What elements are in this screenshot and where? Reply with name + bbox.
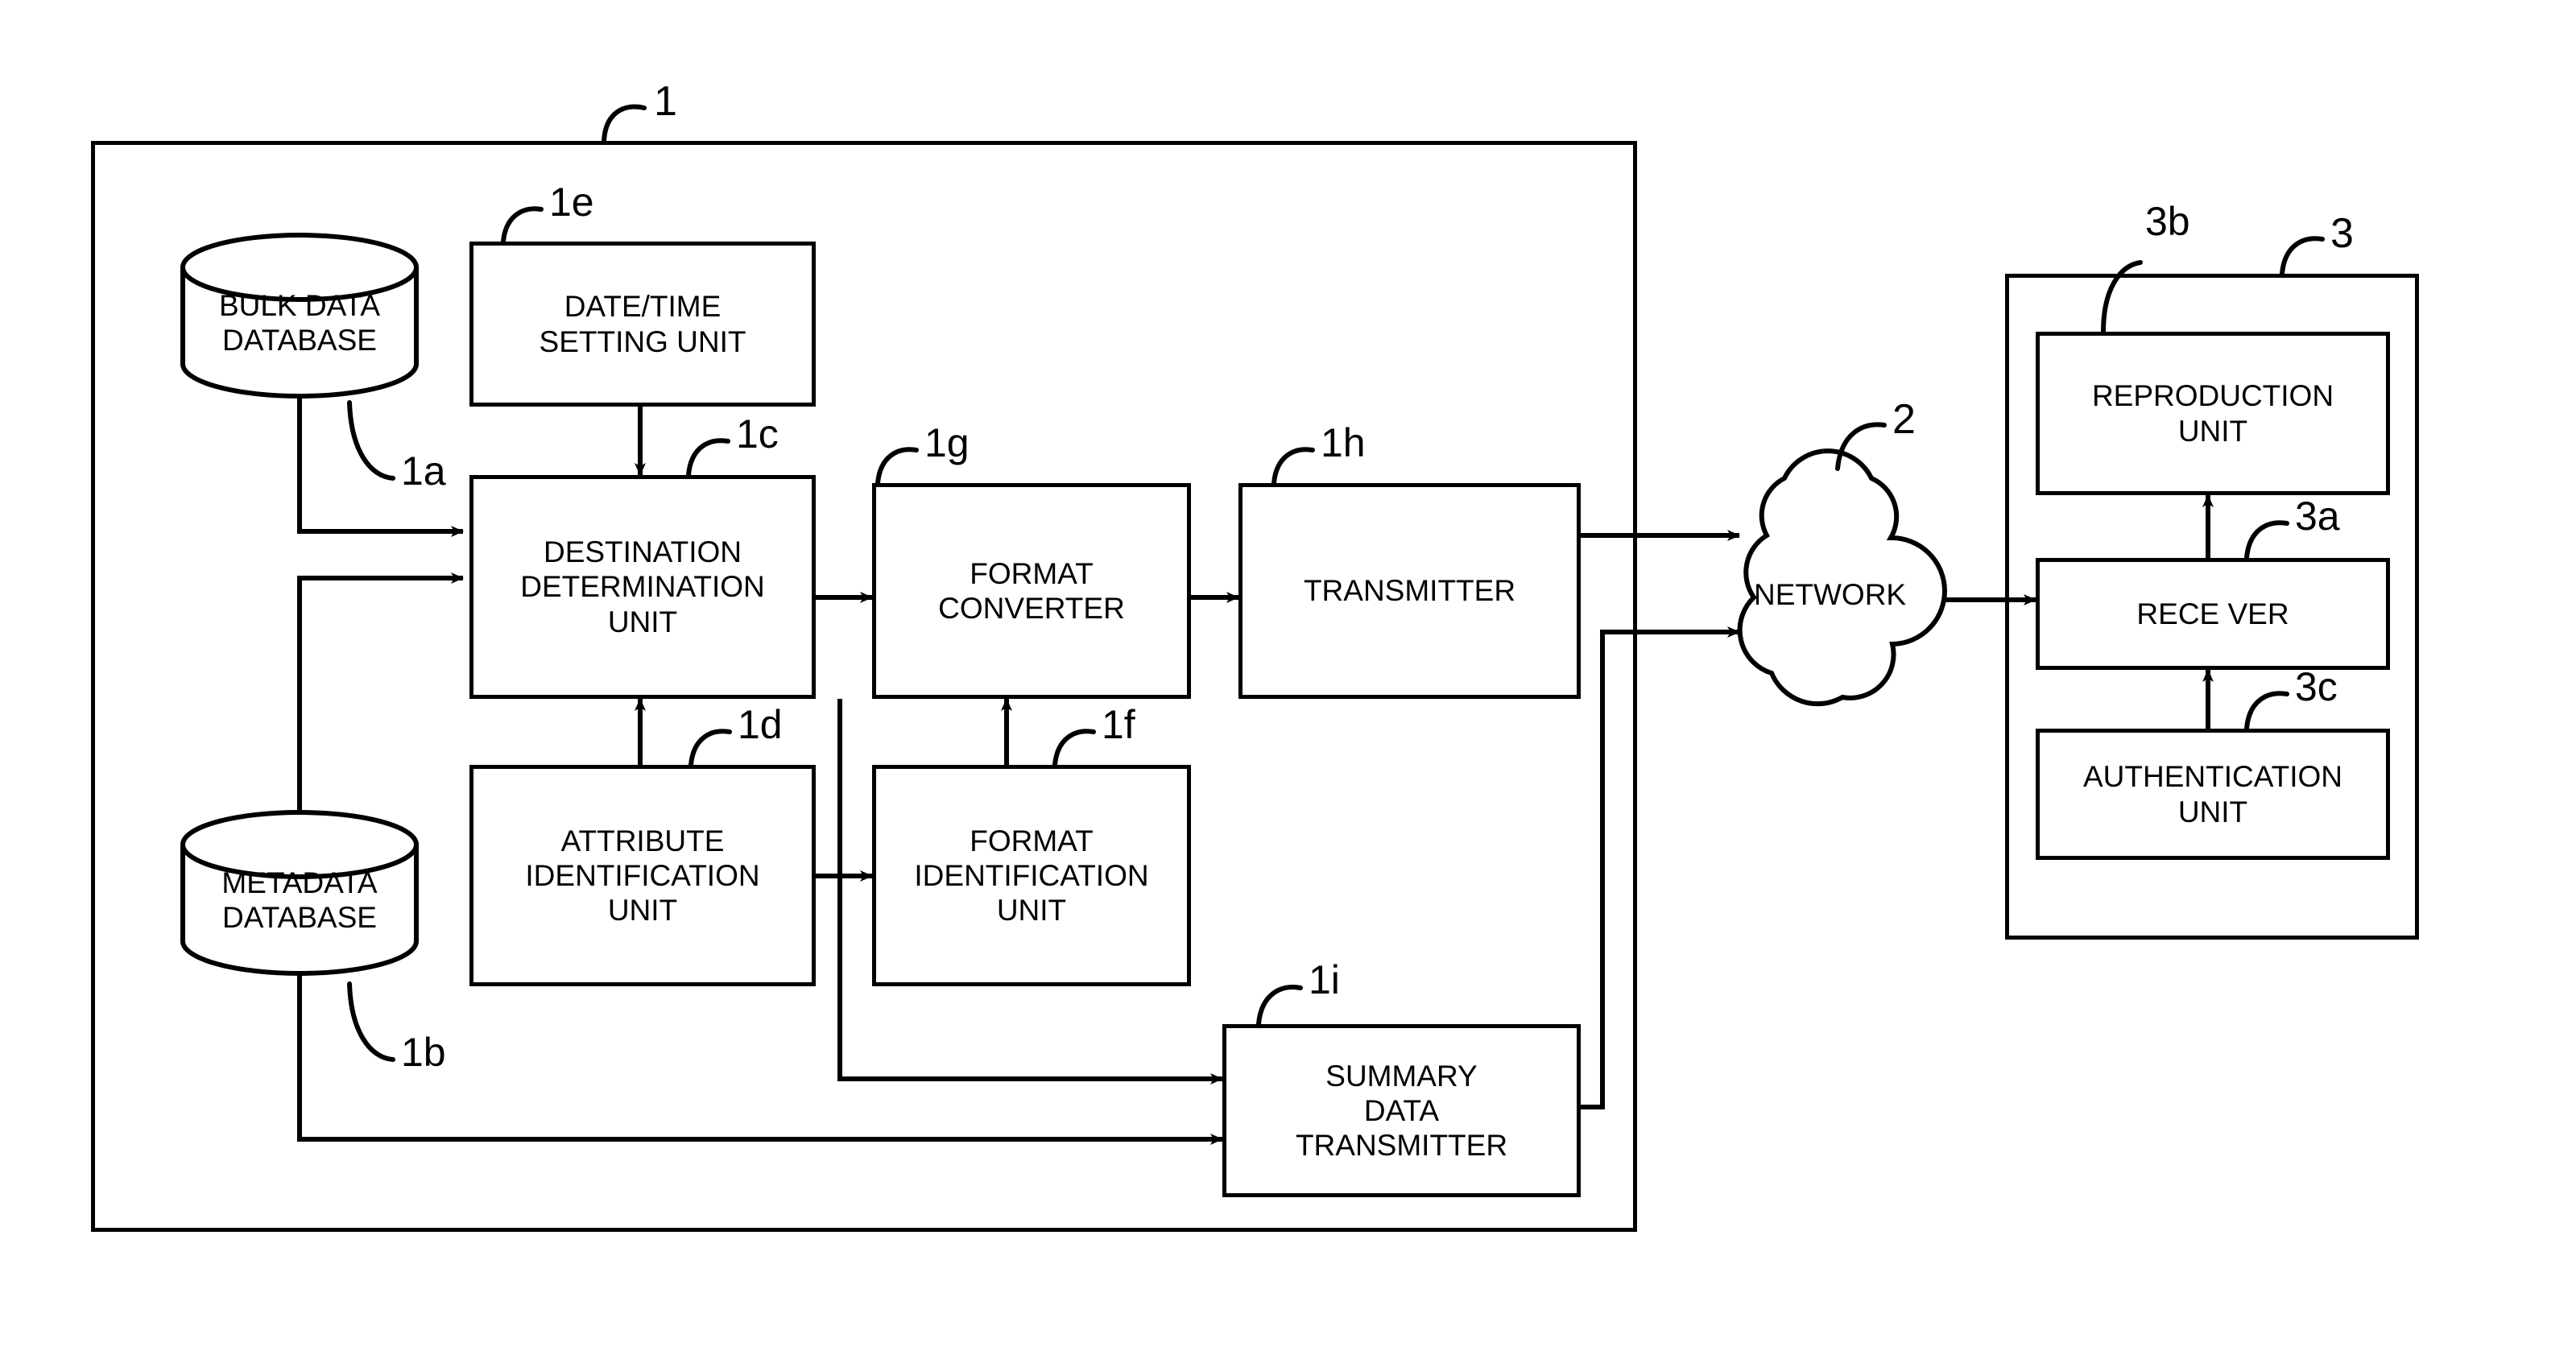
ref-numeral-2: 2 [1892,396,1916,443]
ref-numeral-1: 1 [654,78,677,125]
ref-numeral-1d: 1d [738,702,783,747]
summary-data-transmitter-line3: TRANSMITTER [1295,1129,1508,1163]
receiver-line1: RECE VER [2136,597,2289,630]
attribute-identification-unit-line2: IDENTIFICATION [525,858,760,892]
destination-determination-unit-line3: UNIT [607,605,678,638]
ref-numeral-1c: 1c [736,411,779,457]
attribute-identification-unit-line1: ATTRIBUTE [560,824,725,857]
ref-numeral-1g: 1g [924,420,970,465]
format-converter-line2: CONVERTER [938,592,1125,625]
date-time-setting-unit-line2: SETTING UNIT [539,324,746,358]
reproduction-unit-line1: REPRODUCTION [2091,379,2334,413]
transmitter[interactable]: TRANSMITTER [1238,483,1581,699]
transmitter-line1: TRANSMITTER [1303,574,1516,608]
format-converter[interactable]: FORMAT CONVERTER [872,483,1191,699]
ref-numeral-3a: 3a [2295,494,2340,539]
receiver[interactable]: RECE VER [2036,558,2390,670]
ref-numeral-1e: 1e [549,180,594,225]
ref-numeral-1i: 1i [1309,957,1340,1002]
ref-numeral-1a: 1a [401,448,446,494]
format-identification-unit-line1: FORMAT [970,824,1094,857]
bulk-db-line2: DATABASE [222,324,377,357]
summary-data-transmitter[interactable]: SUMMARY DATA TRANSMITTER [1222,1024,1581,1197]
ref-numeral-3: 3 [2330,210,2354,257]
ref-numeral-1h: 1h [1321,420,1366,465]
date-time-setting-unit[interactable]: DATE/TIME SETTING UNIT [469,242,816,407]
figure-canvas: BULK DATA DATABASE METADATA DATABASE DAT… [0,0,2576,1351]
metadata-db-line2: DATABASE [222,901,377,935]
summary-data-transmitter-line1: SUMMARY [1325,1059,1478,1093]
format-converter-line1: FORMAT [970,556,1094,590]
bulk-db-line1: BULK DATA [218,289,381,322]
network-label-text: NETWORK [1754,578,1907,611]
authentication-unit-line2: UNIT [2177,795,2248,828]
reproduction-unit-line2: UNIT [2177,414,2248,448]
bulk-data-database-label: BULK DATA DATABASE [183,288,416,358]
destination-determination-unit[interactable]: DESTINATION DETERMINATION UNIT [469,475,816,699]
attribute-identification-unit[interactable]: ATTRIBUTE IDENTIFICATION UNIT [469,765,816,986]
attribute-identification-unit-line3: UNIT [607,894,678,928]
ref-numeral-3b: 3b [2145,199,2190,244]
format-identification-unit-line2: IDENTIFICATION [914,858,1149,892]
format-identification-unit[interactable]: FORMAT IDENTIFICATION UNIT [872,765,1191,986]
summary-data-transmitter-line2: DATA [1363,1093,1440,1127]
metadata-database-label: METADATA DATABASE [183,866,416,936]
authentication-unit[interactable]: AUTHENTICATION UNIT [2036,729,2390,860]
destination-determination-unit-line1: DESTINATION [543,535,742,569]
ref-numeral-3c: 3c [2295,664,2338,709]
destination-determination-unit-line2: DETERMINATION [520,570,765,604]
metadata-db-line1: METADATA [221,866,378,899]
authentication-unit-line1: AUTHENTICATION [2082,760,2343,794]
network-label: NETWORK [1754,580,1906,609]
ref-numeral-1b: 1b [401,1030,446,1075]
format-identification-unit-line3: UNIT [996,894,1067,928]
reproduction-unit[interactable]: REPRODUCTION UNIT [2036,332,2390,495]
date-time-setting-unit-line1: DATE/TIME [564,290,722,324]
ref-numeral-1f: 1f [1102,702,1135,747]
